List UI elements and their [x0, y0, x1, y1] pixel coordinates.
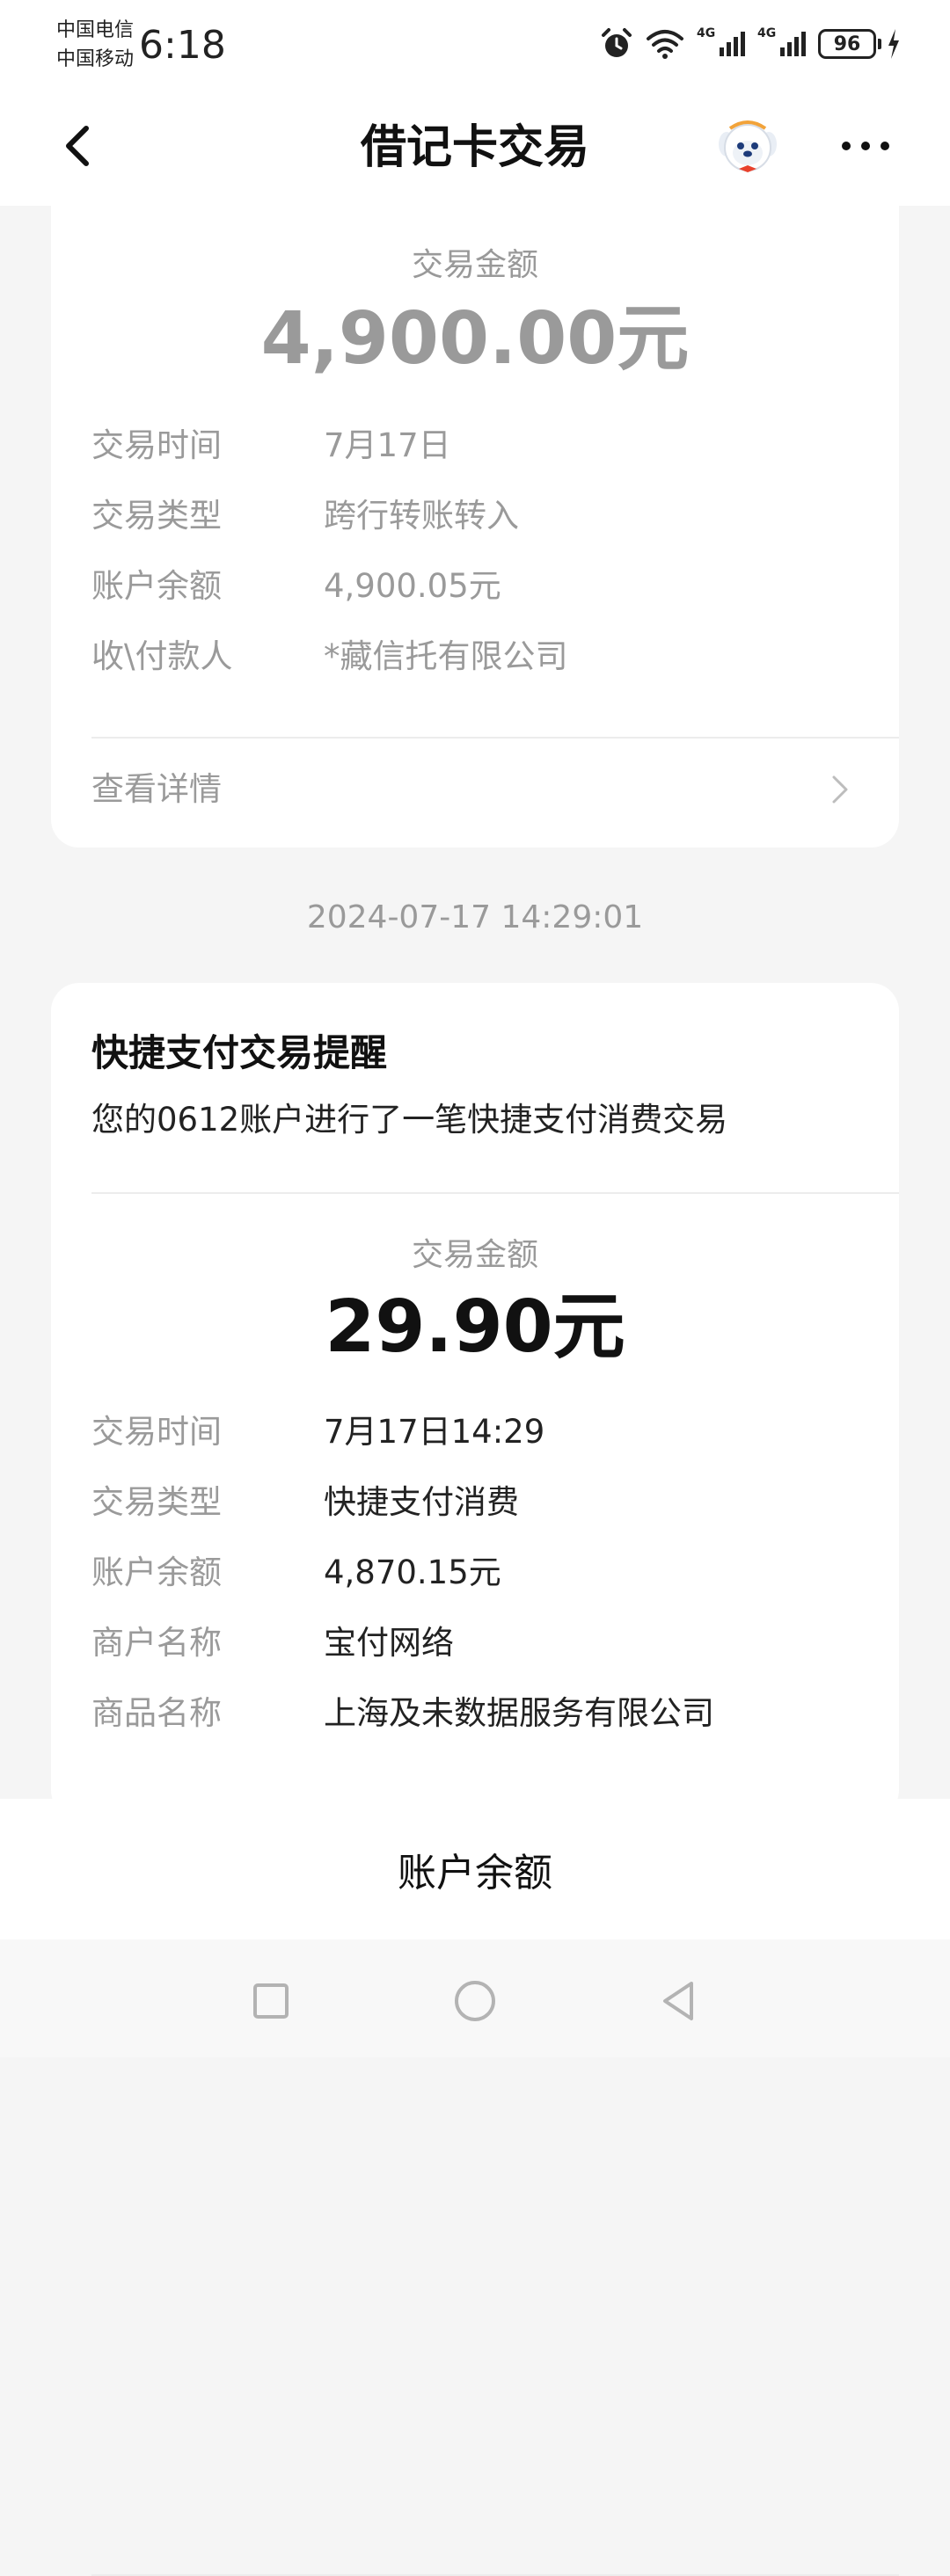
triangle-back-icon[interactable] [653, 1975, 705, 2027]
info-key: 交易类型 [91, 497, 222, 535]
account-balance-button[interactable]: 账户余额 [0, 1799, 950, 1939]
account-balance-label: 账户余额 [398, 1851, 552, 1896]
amount-value: 4,900.00元 [260, 297, 690, 381]
amount-value: 29.90元 [325, 1285, 625, 1369]
info-value: 上海及未数据服务有限公司 [324, 1694, 714, 1732]
info-row: 账户余额 4,870.15元 [91, 1549, 866, 1597]
amount-label: 交易金额 [411, 1237, 538, 1273]
info-key: 收\付款人 [91, 637, 233, 675]
info-key: 交易时间 [91, 426, 222, 464]
status-bar: 中国电信 中国移动 6:18 4G 4G 96 [0, 0, 950, 88]
divider [91, 1192, 899, 1194]
transaction-card-quick-pay: 快捷支付交易提醒 您的0612账户进行了一笔快捷支付消费交易 交易金额 29.9… [51, 983, 899, 2576]
carrier-2: 中国移动 [56, 48, 135, 70]
info-value: 宝付网络 [324, 1624, 454, 1662]
alarm-icon [602, 28, 632, 57]
cellular-signal-2: 4G [757, 26, 806, 56]
more-dots-icon[interactable] [837, 128, 894, 164]
signal-2-label: 4G [757, 26, 777, 40]
info-row: 交易时间 7月17日 [91, 422, 866, 469]
info-row: 账户余额 4,900.05元 [91, 563, 866, 610]
info-value: 7月17日14:29 [324, 1413, 545, 1451]
info-key: 账户余额 [91, 1554, 222, 1591]
transaction-card-transfer-in: 交易金额 4,900.00元 交易时间 7月17日 交易类型 跨行转账转入 账户… [51, 206, 899, 848]
page-title: 借记卡交易 [360, 121, 589, 174]
info-value: 跨行转账转入 [324, 497, 519, 535]
navigation-bar: 借记卡交易 [0, 88, 950, 206]
assistant-mascot-icon[interactable] [714, 118, 781, 179]
cellular-signal-1: 4G [697, 26, 745, 56]
view-details-label: 查看详情 [91, 770, 222, 808]
view-details-link[interactable]: 查看详情 [91, 763, 866, 816]
info-value: *藏信托有限公司 [324, 637, 568, 675]
carrier-info: 中国电信 中国移动 [56, 16, 134, 74]
system-navigation-bar [0, 1939, 950, 2057]
info-value: 7月17日 [324, 426, 451, 464]
notice-description: 您的0612账户进行了一笔快捷支付消费交易 [91, 1101, 728, 1139]
info-key: 交易时间 [91, 1413, 222, 1451]
amount-label: 交易金额 [411, 247, 538, 283]
info-value: 快捷支付消费 [324, 1483, 519, 1521]
chevron-right-icon [832, 775, 848, 804]
carrier-1: 中国电信 [56, 19, 135, 41]
charging-bolt-icon [888, 29, 899, 59]
status-time: 6:18 [139, 23, 226, 68]
circle-icon[interactable] [449, 1975, 501, 2027]
square-icon[interactable] [245, 1975, 297, 2027]
battery-level: 96 [818, 29, 876, 59]
info-value: 4,870.15元 [324, 1554, 501, 1591]
info-value: 4,900.05元 [324, 567, 501, 605]
info-row: 交易类型 跨行转账转入 [91, 492, 866, 540]
info-row: 收\付款人 *藏信托有限公司 [91, 633, 866, 680]
info-key: 账户余额 [91, 567, 222, 605]
info-row: 商品名称 上海及未数据服务有限公司 [91, 1690, 866, 1737]
info-key: 交易类型 [91, 1483, 222, 1521]
info-key: 商品名称 [91, 1694, 222, 1732]
battery-indicator: 96 [818, 29, 901, 59]
notice-title: 快捷支付交易提醒 [91, 1031, 388, 1074]
info-key: 商户名称 [91, 1624, 222, 1662]
status-icons: 4G 4G 96 [600, 25, 901, 63]
info-row: 交易类型 快捷支付消费 [91, 1479, 866, 1526]
wifi-icon [647, 30, 683, 59]
info-row: 商户名称 宝付网络 [91, 1619, 866, 1667]
divider [91, 737, 899, 739]
message-timestamp: 2024-07-17 14:29:01 [306, 899, 644, 935]
info-row: 交易时间 7月17日14:29 [91, 1408, 866, 1456]
signal-1-label: 4G [697, 26, 716, 40]
